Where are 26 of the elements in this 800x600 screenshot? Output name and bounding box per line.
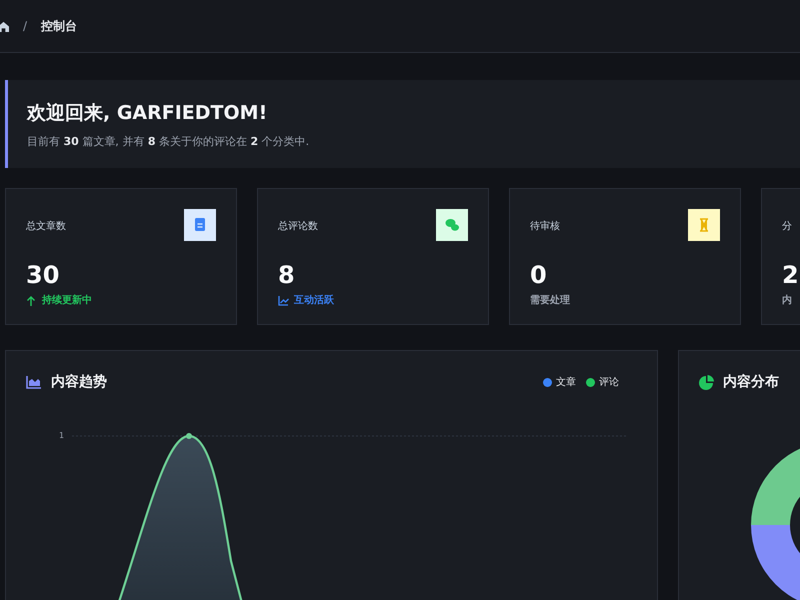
stat-label: 分 [782, 220, 792, 233]
stat-note: 内 [782, 294, 792, 307]
stat-value: 2 [782, 261, 800, 289]
stat-label: 总评论数 [278, 220, 318, 233]
stat-note: 需要处理 [530, 294, 570, 307]
home-icon[interactable] [0, 20, 9, 32]
welcome-title: 欢迎回来, GARFIEDTOM! [27, 100, 268, 126]
breadcrumb-current: 控制台 [41, 18, 78, 34]
up-arrow-icon [26, 294, 37, 306]
stat-note: 持续更新中 [42, 293, 92, 307]
stat-label: 总文章数 [26, 220, 66, 233]
y-axis-tick-label: 1 [59, 431, 64, 440]
legend-label: 评论 [599, 376, 619, 389]
panel-title: 内容趋势 [51, 373, 107, 391]
area-chart-icon [26, 375, 42, 389]
stat-value: 8 [278, 261, 296, 289]
stat-label: 待审核 [530, 220, 560, 233]
panel-title: 内容分布 [723, 373, 779, 391]
stat-value: 30 [26, 261, 60, 289]
breadcrumb-separator: / [23, 19, 28, 33]
stat-note: 互动活跃 [294, 294, 334, 307]
legend-label: 文章 [556, 376, 576, 389]
welcome-subtitle: 目前有 30 篇文章, 并有 8 条关于你的评论在 2 个分类中. [27, 134, 310, 148]
pie-chart-icon [699, 374, 714, 390]
stat-value: 0 [530, 261, 548, 289]
line-chart-icon [278, 294, 289, 306]
